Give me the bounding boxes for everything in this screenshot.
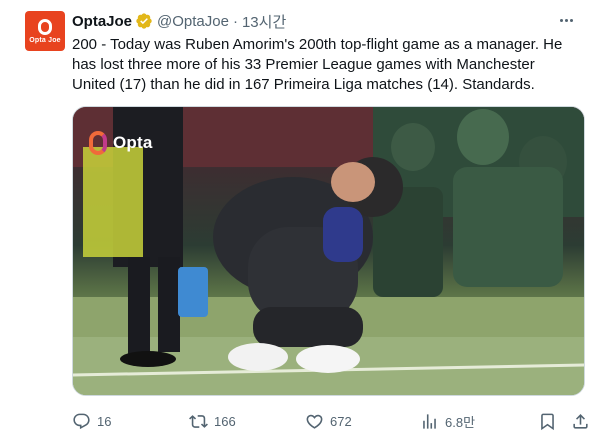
repost-count: 166 (214, 413, 236, 429)
avatar[interactable]: Opta Joe (25, 11, 65, 51)
tweet-media-photo[interactable]: Opta (72, 106, 585, 396)
tweet-actions: 16 166 672 6.8만 (72, 410, 592, 432)
like-count: 672 (330, 413, 352, 429)
reply-icon (73, 413, 90, 429)
views-icon (423, 413, 436, 429)
opta-logo-icon (38, 18, 52, 35)
repost-icon (189, 414, 208, 428)
more-icon[interactable] (556, 10, 576, 30)
bookmark-button[interactable] (538, 410, 563, 432)
view-count: 6.8만 (445, 414, 476, 430)
tweet-card[interactable]: Opta Joe OptaJoe @OptaJoe · 13시간 200 - T… (0, 0, 598, 443)
tweet-header: OptaJoe @OptaJoe · 13시간 (72, 11, 286, 31)
share-button[interactable] (571, 410, 596, 432)
opta-watermark: Opta (89, 131, 153, 155)
share-icon (573, 413, 588, 429)
bookmark-icon (541, 413, 554, 430)
user-handle[interactable]: @OptaJoe (157, 13, 229, 30)
tweet-text: 200 - Today was Ruben Amorim's 200th top… (72, 36, 563, 93)
opta-logo-icon (89, 131, 107, 155)
views-button[interactable]: 6.8만 (420, 410, 475, 432)
opta-watermark-text: Opta (113, 133, 153, 152)
heart-icon (306, 414, 323, 429)
repost-button[interactable]: 166 (189, 410, 236, 432)
reply-button[interactable]: 16 (72, 410, 111, 432)
separator-dot: · (232, 12, 238, 30)
avatar-logo-text: Opta Joe (29, 36, 61, 44)
like-button[interactable]: 672 (305, 410, 352, 432)
timestamp[interactable]: 13시간 (242, 11, 286, 32)
display-name[interactable]: OptaJoe (72, 13, 132, 30)
verified-badge-icon (136, 13, 152, 29)
reply-count: 16 (97, 413, 112, 429)
